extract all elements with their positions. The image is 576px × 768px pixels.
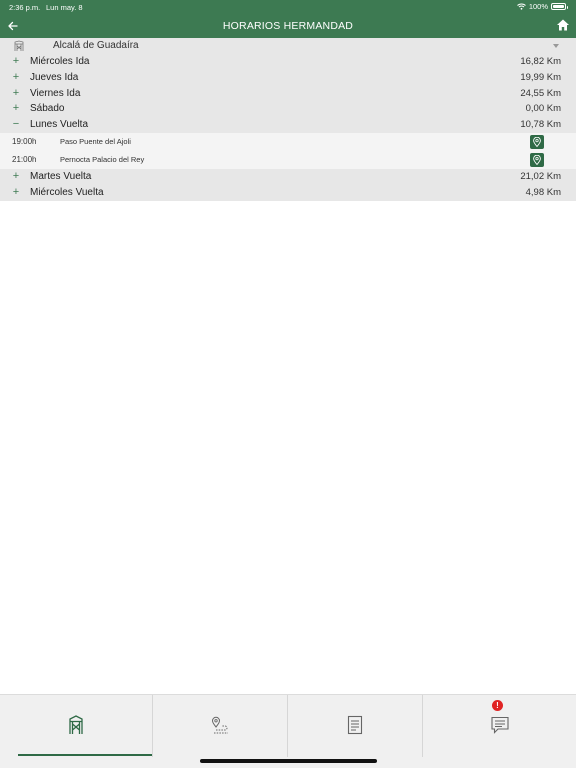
notification-badge: ! <box>492 700 503 711</box>
schedule-entry: 19:00h Paso Puente del Ajoli <box>0 132 576 151</box>
status-time: 2:36 p.m. <box>9 3 41 12</box>
tab-documents[interactable] <box>288 695 422 757</box>
entry-place: Paso Puente del Ajoli <box>60 136 131 146</box>
collapse-icon[interactable]: − <box>11 118 21 130</box>
schedule-list: + Miércoles Ida 16,82 Km + Jueves Ida 19… <box>0 54 576 201</box>
tab-hermandad[interactable] <box>0 695 152 757</box>
schedule-entry: 21:00h Pernocta Palacio del Rey <box>0 150 576 169</box>
hermandad-icon <box>14 40 24 51</box>
route-map-icon <box>211 716 228 734</box>
expand-icon[interactable]: + <box>11 71 21 83</box>
location-pin-icon <box>533 136 541 147</box>
status-right: 100% <box>516 2 568 11</box>
day-label: Jueves Ida <box>30 71 79 83</box>
selector-value: Alcalá de Guadaíra <box>53 40 139 51</box>
page-title: HORARIOS HERMANDAD <box>222 20 354 32</box>
day-row[interactable]: + Martes Vuelta 21,02 Km <box>0 168 576 185</box>
home-icon[interactable] <box>556 18 570 32</box>
day-distance: 0,00 Km <box>525 103 561 115</box>
day-label: Miércoles Vuelta <box>30 186 104 198</box>
map-pin-button[interactable] <box>530 134 544 149</box>
map-pin-button[interactable] <box>530 152 544 167</box>
chevron-down-icon <box>553 44 559 48</box>
battery-percent: 100% <box>528 2 548 11</box>
active-tab-indicator <box>18 754 152 756</box>
day-distance: 16,82 Km <box>520 56 561 67</box>
entry-time: 21:00h <box>12 154 37 164</box>
day-row[interactable]: + Miércoles Ida 16,82 Km <box>0 54 576 70</box>
battery-icon <box>551 3 568 10</box>
entry-place: Pernocta Palacio del Rey <box>60 154 145 164</box>
top-bar: 2:36 p.m. Lun may. 8 100% HORARIOS HERMA… <box>0 0 576 38</box>
day-distance: 24,55 Km <box>520 87 561 99</box>
day-distance: 21,02 Km <box>520 170 561 182</box>
expand-icon[interactable]: + <box>11 186 21 198</box>
tab-bar: ! <box>0 694 576 768</box>
expand-icon[interactable]: + <box>11 102 21 114</box>
location-pin-icon <box>533 154 541 165</box>
document-icon <box>347 715 363 735</box>
expand-icon[interactable]: + <box>11 170 21 182</box>
entry-time: 19:00h <box>12 136 37 146</box>
day-label: Sábado <box>30 103 65 115</box>
hermandad-icon <box>69 715 83 734</box>
day-label: Lunes Vuelta <box>30 119 89 131</box>
nav-row: HORARIOS HERMANDAD <box>0 14 576 38</box>
status-bar: 2:36 p.m. Lun may. 8 100% <box>0 0 576 14</box>
expand-icon[interactable]: + <box>11 55 21 67</box>
hermandad-selector[interactable]: Alcalá de Guadaíra <box>0 38 576 54</box>
day-distance: 19,99 Km <box>520 71 561 83</box>
day-row[interactable]: + Sábado 0,00 Km <box>0 101 576 118</box>
day-label: Martes Vuelta <box>30 170 92 182</box>
status-date: Lun may. 8 <box>46 3 83 12</box>
day-distance: 4,98 Km <box>525 186 561 198</box>
day-row[interactable]: + Miércoles Vuelta 4,98 Km <box>0 184 576 201</box>
day-label: Miércoles Ida <box>30 56 90 67</box>
day-row[interactable]: + Viernes Ida 24,55 Km <box>0 85 576 102</box>
wifi-icon <box>516 3 526 10</box>
chat-icon <box>490 716 509 734</box>
day-row-expanded[interactable]: − Lunes Vuelta 10,78 Km <box>0 117 576 133</box>
day-row[interactable]: + Jueves Ida 19,99 Km <box>0 69 576 86</box>
day-label: Viernes Ida <box>30 87 81 99</box>
day-distance: 10,78 Km <box>520 119 561 131</box>
home-indicator <box>200 759 377 763</box>
tab-route[interactable] <box>153 695 287 757</box>
expand-icon[interactable]: + <box>11 87 21 99</box>
